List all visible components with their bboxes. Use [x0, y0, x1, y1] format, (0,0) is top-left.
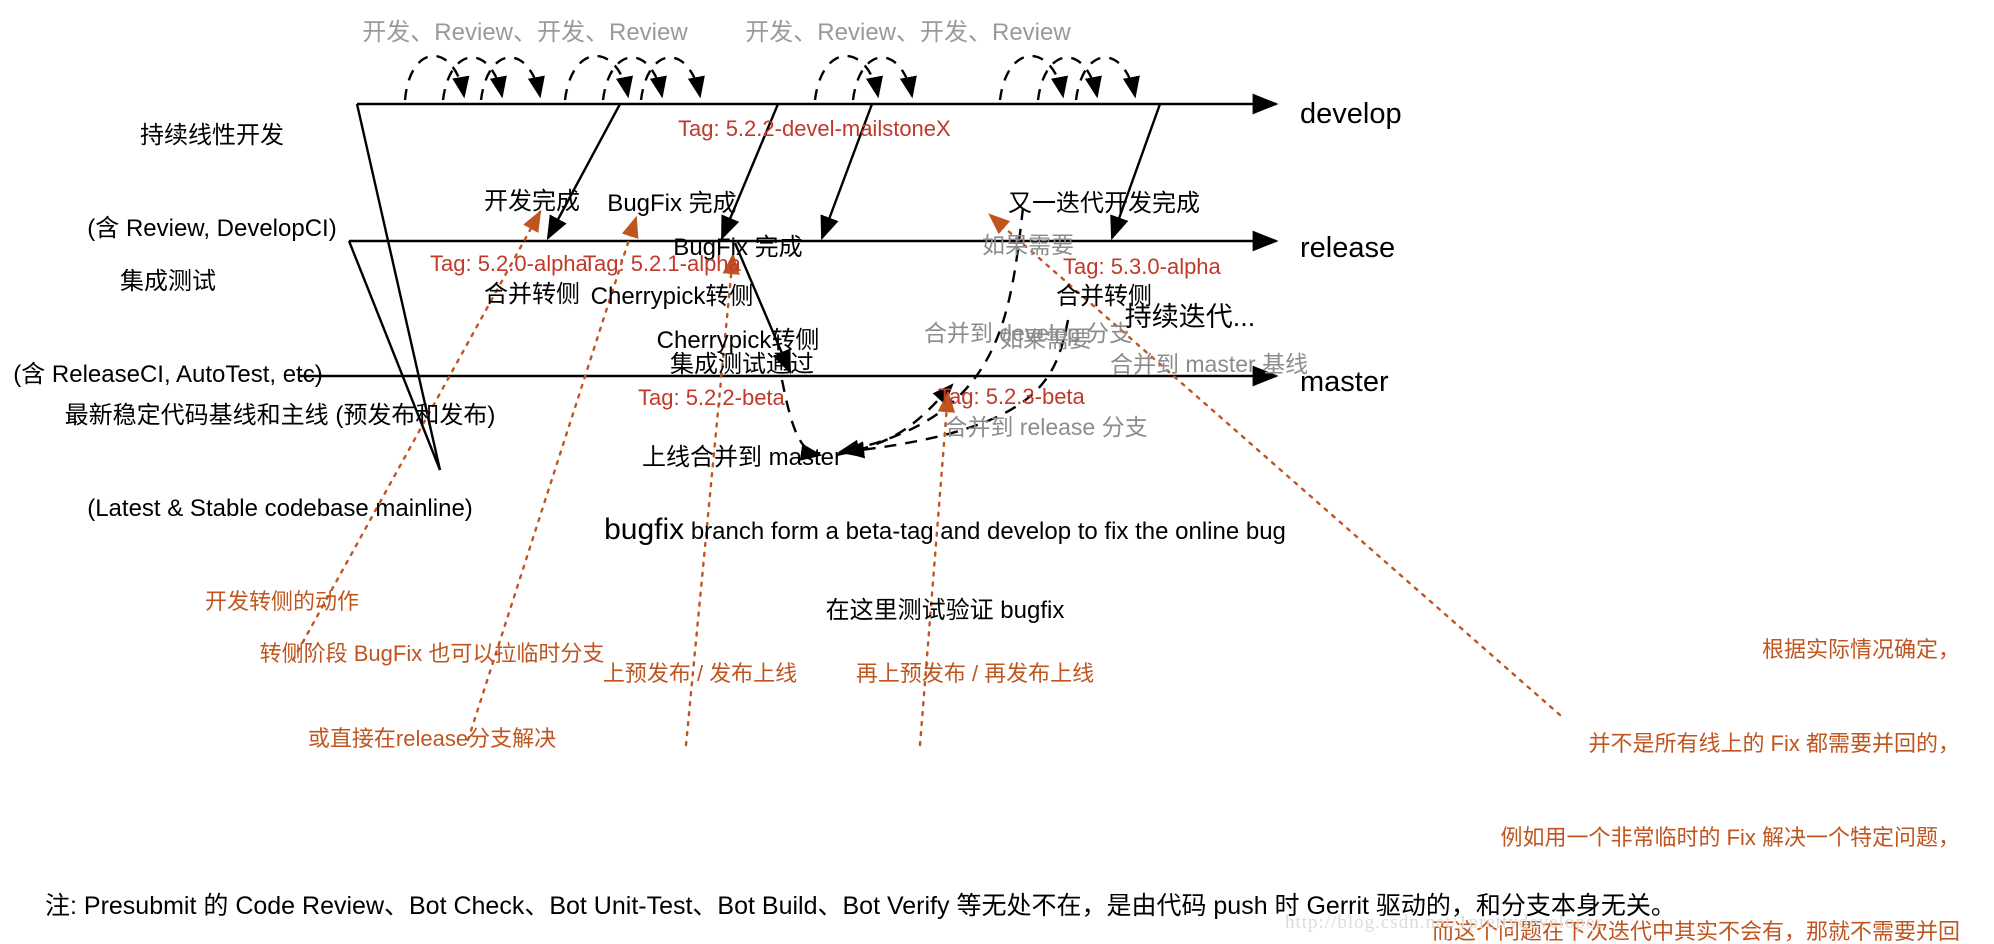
callout-bugfix-temp-branch-line1: 转侧阶段 BugFix 也可以拉临时分支 [259, 641, 605, 667]
tag-5-2-0-alpha: Tag: 5.2.0-alpha [430, 251, 588, 276]
callout-bugfix-temp-branch-line2: 或直接在release分支解决 [307, 725, 557, 751]
bugfix-explanation-rest: branch form a beta-tag and develop to fi… [684, 517, 1286, 545]
gray-note-merge-release-line2: 合并到 release 分支 [944, 414, 1148, 441]
develop-cycle-label-right: 开发、Review、开发、Review [745, 19, 1071, 46]
bugfix-explanation-line1: bugfix branch form a beta-tag and develo… [604, 511, 1286, 549]
develop-cycle-arcs-right [813, 54, 1140, 101]
note-develop-done-line2: 合并转侧 [484, 280, 580, 308]
callout-cherrypick-back-line3: 例如用一个非常临时的 Fix 解决一个特定问题， [1500, 824, 1960, 850]
branch-label-master: master [1300, 366, 1389, 398]
continuous-iteration-label: 持续迭代... [1124, 302, 1256, 332]
gray-note-merge-master: 合并到 master 基线 [1110, 351, 1309, 377]
callout-reprerelease: 再上预发布 / 再发布上线 [856, 604, 1094, 745]
tag-5-2-2-beta: Tag: 5.2.2-beta [638, 385, 785, 410]
note-integration-test-pass-line1: 集成测试通过 [669, 351, 814, 379]
axis-caption-master-line1: 最新稳定代码基线和主线 (预发布和发布) [64, 402, 496, 430]
gray-note-merge-develop-line1: 如果需要 [981, 231, 1074, 258]
axis-caption-master-line2: (Latest & Stable codebase mainline) [87, 494, 473, 522]
note-develop-done-line1: 开发完成 [484, 188, 580, 216]
callout-cherrypick-back-line2: 并不是所有线上的 Fix 都需要并回的， [1588, 731, 1960, 757]
callout-prerelease-line1: 上预发布 / 发布上线 [602, 661, 798, 687]
branch-label-release: release [1300, 232, 1396, 264]
axis-caption-release-line1: 集成测试 [120, 268, 216, 296]
branch-label-develop: develop [1300, 98, 1402, 130]
note-develop-done: 开发完成 合并转侧 [484, 126, 580, 372]
callout-cherrypick-back: 根据实际情况确定， 并不是所有线上的 Fix 都需要并回的， 例如用一个非常临时… [1432, 572, 1960, 944]
tag-5-2-2-devel-mailstonex: Tag: 5.2.2-devel-mailstoneX [678, 116, 951, 141]
watermark: http://blog.csdn.net/1prettydeveloper [1285, 912, 1603, 933]
develop-cycle-label-left: 开发、Review、开发、Review [362, 19, 688, 46]
tag-5-2-1-alpha: Tag: 5.2.1-alpha [583, 251, 741, 276]
callout-prerelease: 上预发布 / 发布上线 [603, 604, 797, 745]
develop-cycle-arcs-left [403, 54, 705, 101]
bugfix-keyword: bugfix [604, 512, 685, 546]
axis-caption-develop-line1: 持续线性开发 [139, 122, 284, 150]
callout-bugfix-temp-branch: 转侧阶段 BugFix 也可以拉临时分支 或直接在release分支解决 [260, 584, 605, 809]
callout-reprerelease-line1: 再上预发布 / 再发布上线 [855, 661, 1095, 687]
callout-cherrypick-back-line1: 根据实际情况确定， [1761, 637, 1960, 663]
gray-note-merge-release: 如果需要 合并到 release 分支 [944, 266, 1147, 502]
note-integration-test-pass-line2: 上线合并到 master [641, 443, 843, 471]
diagram-canvas: 开发、Review、开发、Review 开发、Review、开发、Review … [0, 0, 1994, 944]
